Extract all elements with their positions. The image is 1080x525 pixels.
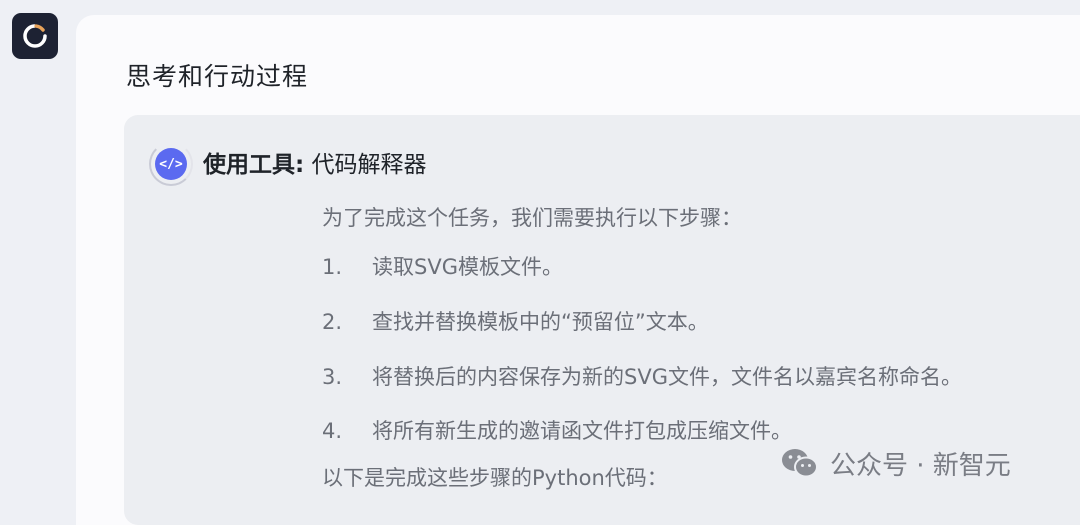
step-item: 3. 将替换后的内容保存为新的SVG文件，文件名以嘉宾名称命名。: [322, 361, 962, 391]
watermark-text: 公众号 · 新智元: [830, 450, 1011, 481]
step-text: 将所有新生成的邀请函文件打包成压缩文件。: [372, 419, 792, 443]
outro-text: 以下是完成这些步骤的Python代码：: [322, 466, 668, 490]
step-text: 查找并替换模板中的“预留位”文本。: [372, 310, 709, 334]
watermark: 公众号 · 新智元: [780, 445, 1011, 481]
intro-text: 为了完成这个任务，我们需要执行以下步骤：: [322, 206, 742, 230]
step-number: 3.: [322, 365, 343, 389]
tool-name: 代码解释器: [311, 152, 427, 178]
tool-header: 使用工具: 代码解释器: [203, 145, 427, 179]
code-icon: </>: [149, 142, 193, 186]
tool-label: 使用工具:: [203, 152, 305, 178]
step-text: 读取SVG模板文件。: [372, 255, 563, 279]
code-icon-glyph: </>: [155, 148, 187, 180]
section-title: 思考和行动过程: [126, 62, 309, 91]
step-item: 1. 读取SVG模板文件。: [322, 251, 563, 281]
step-number: 4.: [322, 419, 343, 443]
app-logo[interactable]: [12, 13, 58, 59]
step-item: 2. 查找并替换模板中的“预留位”文本。: [322, 306, 709, 336]
step-number: 1.: [322, 255, 343, 279]
step-number: 2.: [322, 310, 343, 334]
wechat-icon: [782, 449, 818, 478]
step-text: 将替换后的内容保存为新的SVG文件，文件名以嘉宾名称命名。: [372, 365, 962, 389]
circle-spinner-logo-icon: [23, 24, 47, 48]
step-item: 4. 将所有新生成的邀请函文件打包成压缩文件。: [322, 415, 792, 445]
